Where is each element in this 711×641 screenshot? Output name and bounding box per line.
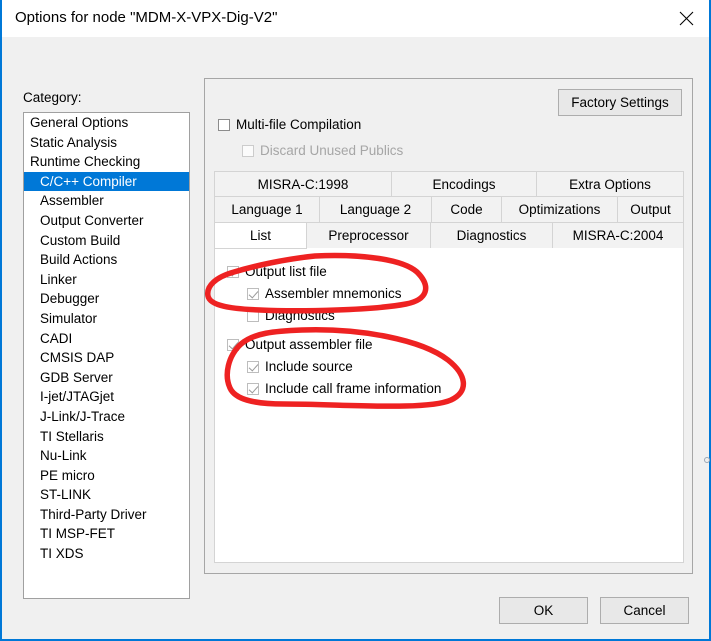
sidebar-item-assembler[interactable]: Assembler [24, 191, 189, 211]
tab-row-3: List Preprocessor Diagnostics MISRA-C:2004 [214, 223, 684, 249]
checkbox-box [218, 118, 230, 131]
category-list[interactable]: General Options Static Analysis Runtime Ch… [23, 112, 190, 599]
sidebar-item-cmsis-dap[interactable]: CMSIS DAP [24, 348, 189, 368]
checkbox-diagnostics[interactable]: Diagnostics [247, 308, 335, 323]
sidebar-item-simulator[interactable]: Simulator [24, 309, 189, 329]
sidebar-item-cadi[interactable]: CADI [24, 329, 189, 349]
checkbox-include-call-frame-information[interactable]: Include call frame information [247, 381, 441, 396]
tab-language-1[interactable]: Language 1 [214, 197, 320, 223]
checkbox-label: Include source [265, 359, 353, 374]
multi-file-compilation-label: Multi-file Compilation [236, 117, 362, 132]
multi-file-compilation-checkbox[interactable]: Multi-file Compilation [218, 117, 361, 132]
sidebar-item-gdb-server[interactable]: GDB Server [24, 368, 189, 388]
tab-preprocessor[interactable]: Preprocessor [307, 223, 431, 249]
sidebar-item-general-options[interactable]: General Options [24, 113, 189, 133]
tab-diagnostics[interactable]: Diagnostics [431, 223, 553, 249]
sidebar-item-j-link-j-trace[interactable]: J-Link/J-Trace [24, 407, 189, 427]
sidebar-item-third-party-driver[interactable]: Third-Party Driver [24, 505, 189, 525]
checkbox-box [247, 287, 259, 300]
checkbox-assembler-mnemonics[interactable]: Assembler mnemonics [247, 286, 402, 301]
cancel-button[interactable]: Cancel [600, 597, 689, 624]
checkbox-output-list-file[interactable]: Output list file [227, 264, 327, 279]
sidebar-item-runtime-checking[interactable]: Runtime Checking [24, 152, 189, 172]
checkbox-box [227, 265, 239, 278]
sidebar-item-c-c-compiler[interactable]: C/C++ Compiler [24, 171, 189, 192]
checkbox-box [247, 309, 259, 322]
tab-row-1: MISRA-C:1998 Encodings Extra Options [214, 171, 684, 197]
window-title: Options for node "MDM-X-VPX-Dig-V2" [15, 9, 278, 26]
list-tab-page: Output list file Assembler mnemonics Diagn… [214, 248, 684, 563]
sidebar-item-output-converter[interactable]: Output Converter [24, 211, 189, 231]
tab-optimizations[interactable]: Optimizations [502, 197, 618, 223]
tab-list[interactable]: List [214, 223, 307, 249]
checkbox-box [247, 360, 259, 373]
checkbox-label: Diagnostics [265, 308, 335, 323]
sidebar-item-nu-link[interactable]: Nu-Link [24, 446, 189, 466]
sidebar-item-ti-msp-fet[interactable]: TI MSP-FET [24, 524, 189, 544]
checkbox-label: Output list file [245, 264, 327, 279]
sidebar-item-linker[interactable]: Linker [24, 270, 189, 290]
title-bar: Options for node "MDM-X-VPX-Dig-V2" [2, 0, 709, 37]
options-dialog: Options for node "MDM-X-VPX-Dig-V2" Cate… [0, 0, 711, 641]
close-icon[interactable] [663, 0, 709, 36]
tab-encodings[interactable]: Encodings [392, 171, 537, 197]
category-label: Category: [23, 90, 82, 105]
checkbox-label: Output assembler file [245, 337, 373, 352]
checkbox-output-assembler-file[interactable]: Output assembler file [227, 337, 373, 352]
sidebar-item-ti-xds[interactable]: TI XDS [24, 544, 189, 564]
sidebar-item-build-actions[interactable]: Build Actions [24, 250, 189, 270]
checkbox-label: Assembler mnemonics [265, 286, 402, 301]
discard-unused-publics-label: Discard Unused Publics [260, 143, 404, 158]
tab-misra-c-1998[interactable]: MISRA-C:1998 [214, 171, 392, 197]
tab-strip[interactable]: MISRA-C:1998 Encodings Extra Options Langua… [214, 171, 684, 249]
checkbox-box [227, 338, 239, 351]
checkbox-box [242, 144, 254, 157]
sidebar-item-st-link[interactable]: ST-LINK [24, 485, 189, 505]
factory-settings-button[interactable]: Factory Settings [558, 89, 682, 116]
tab-extra-options[interactable]: Extra Options [537, 171, 684, 197]
checkbox-label: Include call frame information [265, 381, 442, 396]
tab-row-2: Language 1 Language 2 Code Optimizations Out… [214, 197, 684, 223]
sidebar-item-i-jet-jtagjet[interactable]: I-jet/JTAGjet [24, 387, 189, 407]
sidebar-item-pe-micro[interactable]: PE micro [24, 466, 189, 486]
resize-handle-dot[interactable] [704, 457, 710, 463]
checkbox-box [247, 382, 259, 395]
discard-unused-publics-checkbox: Discard Unused Publics [242, 143, 403, 158]
sidebar-item-debugger[interactable]: Debugger [24, 289, 189, 309]
sidebar-item-static-analysis[interactable]: Static Analysis [24, 133, 189, 153]
tab-output[interactable]: Output [618, 197, 684, 223]
sidebar-item-custom-build[interactable]: Custom Build [24, 231, 189, 251]
sidebar-item-ti-stellaris[interactable]: TI Stellaris [24, 427, 189, 447]
tab-language-2[interactable]: Language 2 [320, 197, 432, 223]
compiler-options-panel: Factory Settings Multi-file Compilation … [204, 78, 693, 574]
tab-code[interactable]: Code [432, 197, 502, 223]
ok-button[interactable]: OK [499, 597, 588, 624]
tab-misra-c-2004[interactable]: MISRA-C:2004 [553, 223, 684, 249]
checkbox-include-source[interactable]: Include source [247, 359, 353, 374]
